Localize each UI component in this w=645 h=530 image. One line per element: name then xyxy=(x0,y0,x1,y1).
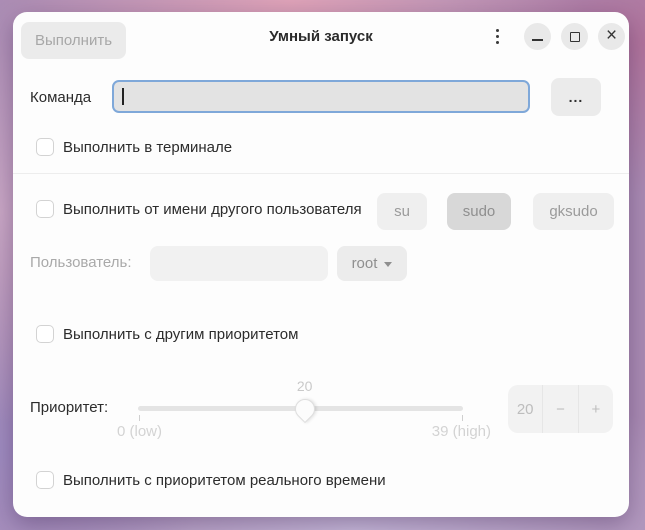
custom-priority-checkbox-label: Выполнить с другим приоритетом xyxy=(63,325,299,343)
minimize-icon xyxy=(532,39,543,41)
priority-spinner: 20 − + xyxy=(508,385,613,433)
user-input[interactable] xyxy=(150,246,328,281)
smart-run-dialog-window: Умный запуск Выполнить × Команда ... Вып… xyxy=(13,12,629,517)
browse-button[interactable]: ... xyxy=(551,78,601,116)
terminal-checkbox-row[interactable]: Выполнить в терминале xyxy=(36,138,232,156)
realtime-checkbox-row[interactable]: Выполнить с приоритетом реального времен… xyxy=(36,471,386,489)
sudo-button[interactable]: sudo xyxy=(447,193,511,230)
section-divider xyxy=(13,173,629,174)
run-button[interactable]: Выполнить xyxy=(21,22,126,59)
chevron-down-icon xyxy=(384,262,393,267)
slider-min-label: 0 (low) xyxy=(117,423,163,440)
command-label: Команда xyxy=(30,89,92,106)
minimize-button[interactable] xyxy=(524,23,551,50)
gksudo-button[interactable]: gksudo xyxy=(533,193,614,230)
su-button[interactable]: su xyxy=(377,193,427,230)
maximize-button[interactable] xyxy=(561,23,588,50)
command-input[interactable] xyxy=(112,80,530,113)
priority-spinner-value: 20 xyxy=(516,400,534,418)
priority-label: Приоритет: xyxy=(30,399,109,416)
other-user-checkbox-row[interactable]: Выполнить от имени другого пользователя xyxy=(36,200,362,218)
custom-priority-checkbox[interactable] xyxy=(36,325,54,343)
close-button[interactable]: × xyxy=(598,23,625,50)
terminal-checkbox-label: Выполнить в терминале xyxy=(63,138,233,156)
slider-tick-max xyxy=(462,415,463,421)
priority-decrement-button[interactable]: − xyxy=(543,385,577,433)
priority-increment-button[interactable]: + xyxy=(579,385,613,433)
terminal-checkbox[interactable] xyxy=(36,138,54,156)
maximize-icon xyxy=(569,31,580,42)
realtime-checkbox[interactable] xyxy=(36,471,54,489)
slider-tick-min xyxy=(139,415,140,421)
priority-slider-handle[interactable] xyxy=(290,394,319,424)
priority-slider-value: 20 xyxy=(296,378,313,394)
other-user-checkbox[interactable] xyxy=(36,200,54,218)
text-caret xyxy=(122,88,124,105)
kebab-menu-icon xyxy=(495,28,500,33)
close-icon: × xyxy=(605,25,618,46)
realtime-checkbox-label: Выполнить с приоритетом реального времен… xyxy=(63,471,386,489)
custom-priority-checkbox-row[interactable]: Выполнить с другим приоритетом xyxy=(36,325,298,343)
user-dropdown-value: root xyxy=(351,255,378,272)
other-user-checkbox-label: Выполнить от имени другого пользователя xyxy=(63,200,362,218)
user-dropdown[interactable]: root xyxy=(337,246,407,281)
user-label: Пользователь: xyxy=(30,254,132,271)
kebab-menu-button[interactable] xyxy=(487,25,508,48)
slider-max-label: 39 (high) xyxy=(431,423,491,440)
